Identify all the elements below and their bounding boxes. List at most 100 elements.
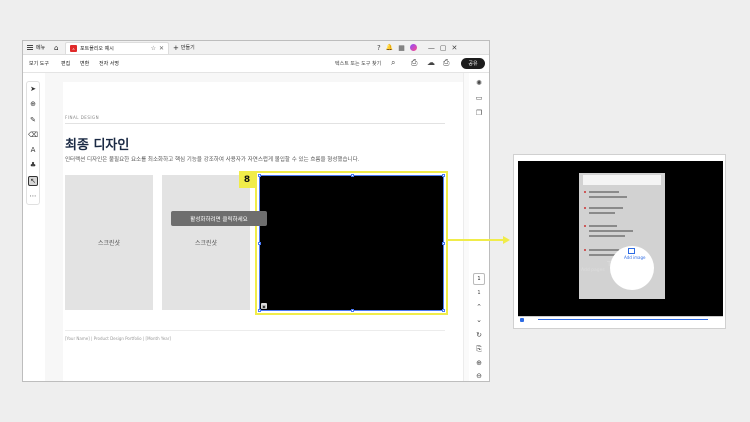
page-total: 1: [477, 290, 481, 296]
more-icon[interactable]: ⋯: [28, 191, 38, 201]
new-tab-label: 만들기: [180, 45, 195, 51]
text-line: [589, 196, 627, 198]
step-number-badge: 8: [239, 171, 255, 188]
text-line: [589, 249, 619, 251]
tab-bar: 메뉴 ⌂ A 포트폴리오 예시 ☆ ✕ + 만들기 ? 🔔 ▦ — ▢ ✕: [23, 41, 489, 55]
media-icon[interactable]: ▣: [261, 303, 267, 309]
maximize-icon[interactable]: ▢: [440, 44, 447, 52]
new-tab-button[interactable]: + 만들기: [173, 41, 195, 54]
avatar[interactable]: [409, 44, 417, 51]
add-pages-label: Add pages: [581, 268, 605, 273]
resize-handle[interactable]: [258, 242, 261, 245]
section-kicker: FINAL DESIGN: [65, 115, 100, 120]
resize-handle[interactable]: [351, 309, 354, 312]
star-icon[interactable]: ☆: [151, 45, 156, 52]
document-settings-icon[interactable]: ⎘: [473, 343, 485, 355]
screenshot-label: 스크린샷: [194, 240, 218, 247]
left-tool-panel: ➤ ⊕ ✎ ⌫ A ♣ ↖ ⋯: [26, 81, 40, 205]
bullet: [584, 249, 586, 251]
save-icon[interactable]: ⎙: [411, 58, 417, 68]
ai-assistant-icon[interactable]: ✺: [473, 77, 485, 89]
resize-handle[interactable]: [442, 174, 445, 177]
bullet: [584, 207, 586, 209]
tab-title: 포트폴리오 예시: [80, 46, 114, 52]
resize-handle[interactable]: [442, 242, 445, 245]
rotate-icon[interactable]: ↻: [473, 329, 485, 341]
add-image-spotlight[interactable]: Add image: [610, 246, 654, 290]
video-controls: [518, 316, 723, 322]
preview-panel: T Add pages Add text Add image: [513, 154, 726, 329]
menu-e-sign[interactable]: 전자 서명: [99, 60, 119, 67]
page-description: 인터랙션 디자인은 불필요한 요소를 최소화하고 핵심 기능을 강조하여 사용자…: [65, 157, 360, 163]
divider: [65, 123, 445, 124]
menu-view-tools[interactable]: 보기 도구: [29, 60, 49, 67]
play-icon[interactable]: [520, 318, 524, 322]
minimize-icon[interactable]: —: [428, 44, 435, 52]
bullet: [584, 191, 586, 193]
share-button[interactable]: 공유: [461, 58, 485, 69]
screenshot-placeholder-2[interactable]: 스크린샷: [162, 175, 250, 310]
page-up-icon[interactable]: ⌃: [473, 301, 485, 313]
cloud-upload-icon[interactable]: ☁: [427, 58, 435, 67]
menu-toolbar: 보기 도구 편집 변환 전자 서명 텍스트 또는 도구 찾기 ⌕ ⎙ ☁ ⎙ 공…: [23, 55, 489, 73]
eraser-icon[interactable]: ⌫: [28, 130, 38, 140]
screenshot-placeholder-1[interactable]: 스크린샷: [65, 175, 153, 310]
resize-handle[interactable]: [258, 309, 261, 312]
text-line: [589, 235, 625, 237]
image-icon: [628, 248, 635, 254]
embedded-media[interactable]: ▣: [258, 174, 445, 312]
menu-label: 메뉴: [36, 45, 46, 51]
connector-line: [446, 239, 504, 241]
plus-icon: +: [173, 43, 179, 52]
search-icon[interactable]: ⌕: [391, 58, 395, 68]
page-footer: [Your Name] | Product Design Portfolio |…: [65, 336, 171, 341]
text-line: [589, 207, 623, 209]
resize-handle[interactable]: [351, 174, 354, 177]
bell-icon[interactable]: 🔔: [386, 44, 393, 51]
zoom-out-icon[interactable]: ⊖: [473, 370, 485, 382]
home-icon[interactable]: ⌂: [54, 41, 58, 54]
object-select-icon[interactable]: ↖: [28, 176, 38, 186]
activate-tooltip: 활성화하려면 클릭하세요: [171, 211, 267, 226]
close-window-icon[interactable]: ✕: [451, 44, 457, 52]
page-title: 최종 디자인: [65, 138, 130, 153]
print-icon[interactable]: ⎙: [443, 58, 449, 68]
copy-pages-icon[interactable]: ❐: [473, 107, 485, 119]
page-down-icon[interactable]: ⌄: [473, 314, 485, 326]
text-box-icon[interactable]: A: [28, 145, 38, 155]
add-image-label: Add image: [624, 255, 646, 260]
progress-bar[interactable]: [538, 319, 708, 320]
text-line: [589, 212, 615, 214]
menu-button[interactable]: 메뉴: [27, 41, 45, 54]
find-text-or-tools[interactable]: 텍스트 또는 도구 찾기: [335, 60, 381, 67]
tab-document[interactable]: A 포트폴리오 예시 ☆ ✕: [65, 42, 169, 54]
screenshot-label: 스크린샷: [97, 240, 121, 247]
arrow-right-icon: [503, 236, 510, 244]
text-line: [589, 230, 633, 232]
zoom-in-icon[interactable]: ⊕: [473, 357, 485, 369]
footer-divider: [65, 330, 445, 331]
resize-handle[interactable]: [258, 174, 261, 177]
text-line: [589, 225, 617, 227]
right-rail: ✺ ▭ ❐ 1 1 ⌃ ⌄ ↻ ⎘ ⊕ ⊖: [469, 73, 489, 381]
page-number-input[interactable]: 1: [473, 273, 485, 285]
resize-handle[interactable]: [442, 309, 445, 312]
pen-icon[interactable]: ✎: [28, 115, 38, 125]
video-preview: T Add pages Add text Add image: [518, 161, 723, 316]
apps-grid-icon[interactable]: ▦: [398, 44, 405, 52]
help-icon[interactable]: ?: [377, 44, 381, 52]
thumbnail-header: [583, 175, 661, 185]
menu-convert[interactable]: 변환: [80, 60, 89, 67]
bullet: [584, 225, 586, 227]
menu-edit[interactable]: 편집: [61, 60, 70, 67]
tab-close-icon[interactable]: ✕: [159, 45, 164, 52]
select-cursor-icon[interactable]: ➤: [28, 84, 38, 94]
zoom-icon[interactable]: ⊕: [28, 99, 38, 109]
pdf-file-icon: A: [70, 45, 77, 52]
window-controls: ? 🔔 ▦ — ▢ ✕: [377, 41, 457, 54]
hamburger-icon: [27, 45, 33, 50]
comment-icon[interactable]: ▭: [473, 92, 485, 104]
stamp-icon[interactable]: ♣: [28, 160, 38, 170]
text-line: [589, 191, 619, 193]
app-window: 메뉴 ⌂ A 포트폴리오 예시 ☆ ✕ + 만들기 ? 🔔 ▦ — ▢ ✕ 보기…: [22, 40, 490, 382]
